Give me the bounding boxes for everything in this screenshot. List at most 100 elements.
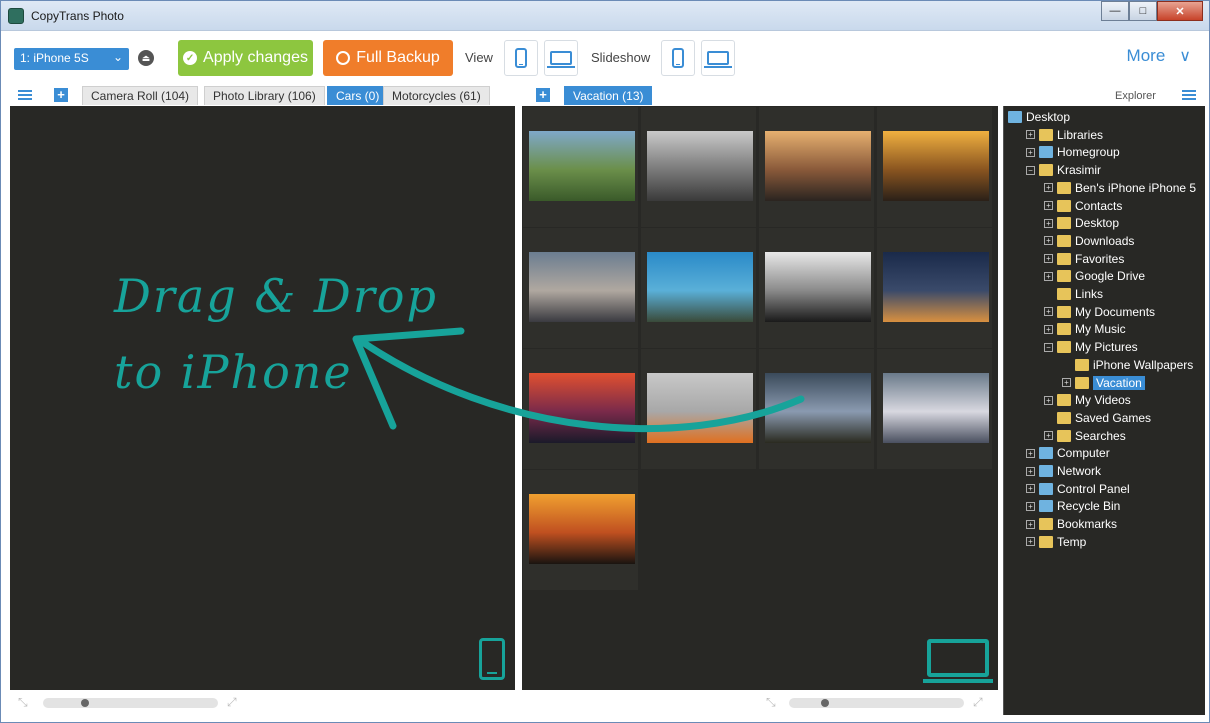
tree-item-links[interactable]: Links [1044, 286, 1103, 302]
tree-item-recycle-bin[interactable]: + Recycle Bin [1026, 498, 1120, 514]
tree-item-label: Google Drive [1075, 269, 1146, 284]
minimize-button[interactable]: — [1101, 1, 1129, 21]
expander-icon[interactable]: + [1026, 448, 1035, 458]
device-select[interactable]: 1: iPhone 5S ⌄ [14, 48, 129, 70]
folder-icon [1057, 288, 1071, 300]
phone-icon [515, 48, 527, 68]
photo-thumbnail[interactable] [759, 107, 874, 227]
expander-icon[interactable]: + [1062, 378, 1071, 387]
clock-icon [336, 51, 351, 65]
photo-image [529, 131, 635, 201]
tree-item-favorites[interactable]: + Favorites [1044, 251, 1124, 267]
tree-item-vacation[interactable]: + Vacation [1062, 375, 1145, 391]
folder-icon [1057, 411, 1071, 424]
tab-camera-roll-104[interactable]: Camera Roll (104) [82, 86, 199, 105]
expander-icon[interactable]: + [1044, 236, 1053, 246]
tree-item-google-drive[interactable]: + Google Drive [1044, 268, 1145, 284]
add-album-mid-icon[interactable]: + [536, 88, 550, 102]
expander-icon[interactable]: − [1026, 165, 1035, 175]
slideshow-iphone-button[interactable] [661, 40, 695, 76]
iphone-zoom-slider[interactable] [43, 698, 218, 708]
tree-item-iphone-wallpapers[interactable]: iPhone Wallpapers [1062, 357, 1193, 373]
photo-thumbnail[interactable] [523, 107, 638, 227]
expander-icon[interactable]: + [1044, 307, 1053, 317]
tree-item-my-music[interactable]: + My Music [1044, 321, 1126, 337]
expander-icon[interactable]: + [1044, 254, 1053, 264]
tab-vacation-13[interactable]: Vacation (13) [564, 86, 653, 105]
expander-icon[interactable]: + [1026, 147, 1035, 157]
tree-item-searches[interactable]: + Searches [1044, 428, 1126, 444]
photo-thumbnail[interactable] [877, 107, 992, 227]
folder-icon [1039, 535, 1053, 548]
apply-changes-button[interactable]: ✓ Apply changes [178, 40, 313, 76]
pc-zoom-slider[interactable] [789, 698, 964, 708]
tree-item-homegroup[interactable]: + Homegroup [1026, 144, 1120, 160]
add-album-left-icon[interactable]: + [54, 88, 68, 102]
tree-item-ben-s-iphone-iphone-5[interactable]: + Ben's iPhone iPhone 5 [1044, 180, 1196, 196]
shrink-icon[interactable]: ⤡ [766, 696, 778, 708]
expander-icon[interactable]: + [1026, 537, 1035, 547]
network-icon [1039, 465, 1053, 477]
expand-icon[interactable]: ⤢ [227, 696, 239, 708]
full-backup-button[interactable]: Full Backup [323, 40, 453, 76]
tree-item-downloads[interactable]: + Downloads [1044, 233, 1134, 249]
tree-item-label: Vacation [1093, 375, 1145, 390]
expander-icon[interactable]: + [1044, 271, 1053, 281]
tree-item-computer[interactable]: + Computer [1026, 445, 1110, 461]
expander-icon[interactable]: + [1044, 324, 1053, 334]
tree-item-krasimir[interactable]: − Krasimir [1026, 162, 1101, 178]
expander-icon[interactable]: + [1044, 183, 1053, 193]
tree-item-my-videos[interactable]: + My Videos [1044, 392, 1131, 408]
photo-thumbnail[interactable] [523, 470, 638, 590]
slider-knob[interactable] [81, 699, 89, 707]
expander-icon[interactable]: + [1044, 395, 1053, 405]
expander-icon[interactable]: + [1026, 466, 1035, 476]
tab-motorcycles-61[interactable]: Motorcycles (61) [383, 86, 490, 105]
tree-item-desktop[interactable]: + Desktop [1044, 215, 1119, 231]
photo-thumbnail[interactable] [877, 349, 992, 469]
tree-item-label: Links [1075, 287, 1104, 301]
folder-icon [1057, 252, 1071, 265]
tree-item-bookmarks[interactable]: + Bookmarks [1026, 516, 1117, 532]
photo-thumbnail[interactable] [641, 107, 756, 227]
expander-icon[interactable]: + [1026, 484, 1035, 494]
eject-icon[interactable]: ⏏ [138, 50, 154, 66]
tab-photo-library-106[interactable]: Photo Library (106) [204, 86, 325, 105]
title-bar[interactable]: CopyTrans Photo — □ ✕ [1, 1, 1209, 31]
tree-item-saved-games[interactable]: Saved Games [1044, 410, 1151, 426]
maximize-button[interactable]: □ [1129, 1, 1157, 21]
expander-icon[interactable]: + [1044, 431, 1053, 441]
folder-icon [1075, 358, 1089, 371]
expander-icon[interactable]: + [1026, 501, 1035, 511]
tree-item-network[interactable]: + Network [1026, 463, 1101, 479]
slider-knob[interactable] [821, 699, 829, 707]
tree-item-my-documents[interactable]: + My Documents [1044, 304, 1155, 320]
photo-image [529, 494, 635, 564]
folder-icon [1057, 341, 1071, 354]
photo-thumbnail[interactable] [877, 228, 992, 348]
shrink-icon[interactable]: ⤡ [18, 696, 30, 708]
expander-icon[interactable]: + [1026, 130, 1035, 140]
expander-icon[interactable]: + [1026, 519, 1035, 529]
tree-item-label: Downloads [1075, 233, 1135, 248]
tree-item-contacts[interactable]: + Contacts [1044, 198, 1122, 214]
view-pc-button[interactable] [544, 40, 578, 76]
expander-icon[interactable]: + [1044, 201, 1053, 210]
more-button[interactable]: More ∨ [1127, 46, 1191, 66]
tree-item-my-pictures[interactable]: − My Pictures [1044, 339, 1138, 355]
tree-item-libraries[interactable]: + Libraries [1026, 127, 1103, 143]
expander-icon[interactable]: − [1044, 342, 1053, 352]
folder-icon [1075, 376, 1089, 389]
tree-item-desktop[interactable]: Desktop [1008, 109, 1070, 125]
tree-item-control-panel[interactable]: + Control Panel [1026, 481, 1130, 497]
left-menu-icon[interactable] [18, 90, 32, 100]
expander-icon[interactable]: + [1044, 218, 1053, 228]
tree-item-temp[interactable]: + Temp [1026, 534, 1086, 550]
close-button[interactable]: ✕ [1157, 1, 1203, 21]
tab-cars-0[interactable]: Cars (0) [327, 86, 389, 105]
slideshow-pc-button[interactable] [701, 40, 735, 76]
expand-icon[interactable]: ⤢ [973, 696, 985, 708]
tree-item-label: Control Panel [1057, 481, 1130, 496]
view-iphone-button[interactable] [504, 40, 538, 76]
explorer-menu-icon[interactable] [1182, 90, 1196, 100]
